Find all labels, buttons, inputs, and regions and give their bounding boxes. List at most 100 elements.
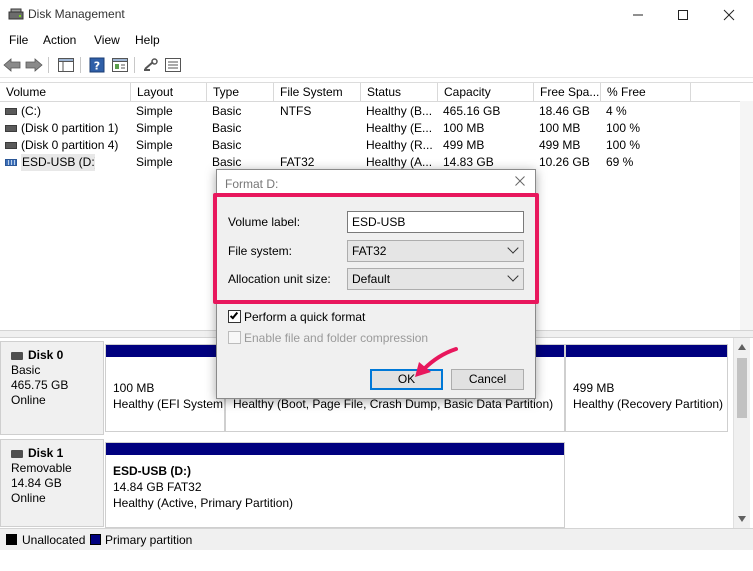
window-title: Disk Management (28, 7, 125, 21)
volume-free-space: 18.46 GB (539, 104, 590, 118)
menu-view[interactable]: View (94, 33, 120, 47)
partition-status: Healthy (EFI System (113, 397, 224, 411)
minimize-button[interactable] (615, 0, 661, 30)
volume-status: Healthy (E... (366, 121, 433, 135)
column-header-type[interactable]: Type (207, 83, 274, 102)
maximize-icon (678, 10, 688, 20)
column-header-percent-free[interactable]: % Free (601, 83, 691, 102)
volume-capacity: 465.16 GB (443, 104, 501, 118)
forward-icon[interactable] (25, 56, 43, 74)
primary-partition-bar (106, 443, 564, 455)
volume-name: (Disk 0 partition 4) (21, 138, 119, 152)
toolbar: ? (0, 52, 753, 78)
disk-size: 465.75 GB (11, 378, 69, 392)
partition-status: Healthy (Recovery Partition) (573, 397, 724, 411)
volume-name: (Disk 0 partition 1) (21, 121, 119, 135)
volume-type: Basic (212, 104, 242, 118)
help-icon[interactable]: ? (88, 56, 106, 74)
volume-free-space: 10.26 GB (539, 155, 590, 169)
volume-capacity: 499 MB (443, 138, 485, 152)
list-view-icon[interactable] (164, 56, 182, 74)
column-header-volume[interactable]: Volume (0, 83, 131, 102)
drive-icon (5, 142, 17, 149)
key-icon[interactable] (142, 56, 160, 74)
menu-help[interactable]: Help (135, 33, 160, 47)
volume-layout: Simple (136, 121, 173, 135)
volume-status: Healthy (R... (366, 138, 433, 152)
back-icon[interactable] (3, 56, 21, 74)
primary-partition-swatch (90, 534, 101, 545)
disk-name: Disk 0 (28, 348, 64, 362)
volume-row[interactable]: (C:) Simple Basic NTFS Healthy (B... 465… (0, 103, 753, 120)
volume-type: Basic (212, 138, 242, 152)
close-icon (515, 176, 525, 186)
scroll-up-icon[interactable] (738, 344, 746, 350)
close-icon (723, 9, 735, 21)
column-header-status[interactable]: Status (361, 83, 438, 102)
volume-file-system: NTFS (280, 104, 312, 118)
partition-status: Healthy (Active, Primary Partition) (113, 496, 294, 510)
partition-text: 499 MB Healthy (Recovery Partition) (573, 380, 728, 412)
disk-state: Online (11, 393, 46, 407)
disk-1-label[interactable]: Disk 1 Removable 14.84 GB Online (0, 439, 104, 527)
volume-percent-free: 69 % (606, 155, 634, 169)
volume-row[interactable]: (Disk 0 partition 1) Simple Basic Health… (0, 120, 753, 137)
toolbar-separator (134, 57, 135, 73)
column-header-file-system[interactable]: File System (274, 83, 361, 102)
drive-icon (5, 125, 17, 132)
pointer-arrow-icon (410, 345, 460, 383)
quick-format-checkbox[interactable] (228, 310, 241, 323)
legend-primary-partition: Primary partition (105, 533, 193, 547)
legend-bar: Unallocated Primary partition (0, 528, 753, 550)
partition-size: 499 MB (573, 381, 615, 395)
highlight-frame (213, 193, 539, 304)
disk-size: 14.84 GB (11, 476, 62, 490)
disk-state: Online (11, 491, 46, 505)
cancel-button[interactable]: Cancel (451, 369, 524, 390)
volume-name: ESD-USB (D:) (21, 154, 95, 171)
disk-management-icon (8, 7, 24, 23)
primary-partition-bar (566, 345, 727, 357)
column-header-free-space[interactable]: Free Spa... (534, 83, 601, 102)
partition-title: ESD-USB (D:) (113, 464, 191, 478)
menu-file[interactable]: File (9, 33, 28, 47)
partition-text: 100 MB Healthy (EFI System (113, 380, 225, 412)
maximize-button[interactable] (660, 0, 706, 30)
volume-capacity: 100 MB (443, 121, 485, 135)
disk-type: Basic (11, 363, 41, 377)
graphical-view-scrollbar[interactable] (733, 338, 750, 528)
partition-text: ESD-USB (D:) 14.84 GB FAT32 Healthy (Act… (113, 463, 563, 511)
disk-0-label[interactable]: Disk 0 Basic 465.75 GB Online (0, 341, 104, 435)
menu-bar: File Action View Help (0, 30, 753, 50)
disk-name: Disk 1 (28, 446, 64, 460)
volume-percent-free: 100 % (606, 138, 641, 152)
console-tree-icon[interactable] (57, 56, 75, 74)
disk-type: Removable (11, 461, 72, 475)
volume-list-scrollbar[interactable] (740, 101, 753, 330)
volume-percent-free: 100 % (606, 121, 641, 135)
dialog-close-button[interactable] (510, 173, 530, 193)
partition-size: 14.84 GB FAT32 (113, 480, 202, 494)
menu-action[interactable]: Action (43, 33, 76, 47)
partition-efi[interactable]: 100 MB Healthy (EFI System (105, 344, 225, 432)
partition-esd-usb[interactable]: ESD-USB (D:) 14.84 GB FAT32 Healthy (Act… (105, 442, 565, 528)
properties-icon[interactable] (111, 56, 129, 74)
svg-text:?: ? (94, 60, 100, 73)
checkmark-icon (229, 310, 239, 320)
quick-format-label: Perform a quick format (244, 310, 366, 324)
scroll-down-icon[interactable] (738, 516, 746, 522)
volume-percent-free: 4 % (606, 104, 627, 118)
column-header-capacity[interactable]: Capacity (438, 83, 534, 102)
volume-row[interactable]: (Disk 0 partition 4) Simple Basic Health… (0, 137, 753, 154)
compression-checkbox (228, 331, 241, 344)
column-header-layout[interactable]: Layout (131, 83, 207, 102)
unallocated-swatch (6, 534, 17, 545)
compression-label: Enable file and folder compression (244, 331, 429, 345)
close-button[interactable] (706, 0, 752, 30)
volume-type: Basic (212, 121, 242, 135)
partition-recovery[interactable]: 499 MB Healthy (Recovery Partition) (565, 344, 728, 432)
volume-layout: Simple (136, 138, 173, 152)
volume-status: Healthy (B... (366, 104, 433, 118)
scrollbar-thumb[interactable] (737, 358, 747, 418)
disk-icon (11, 351, 23, 360)
